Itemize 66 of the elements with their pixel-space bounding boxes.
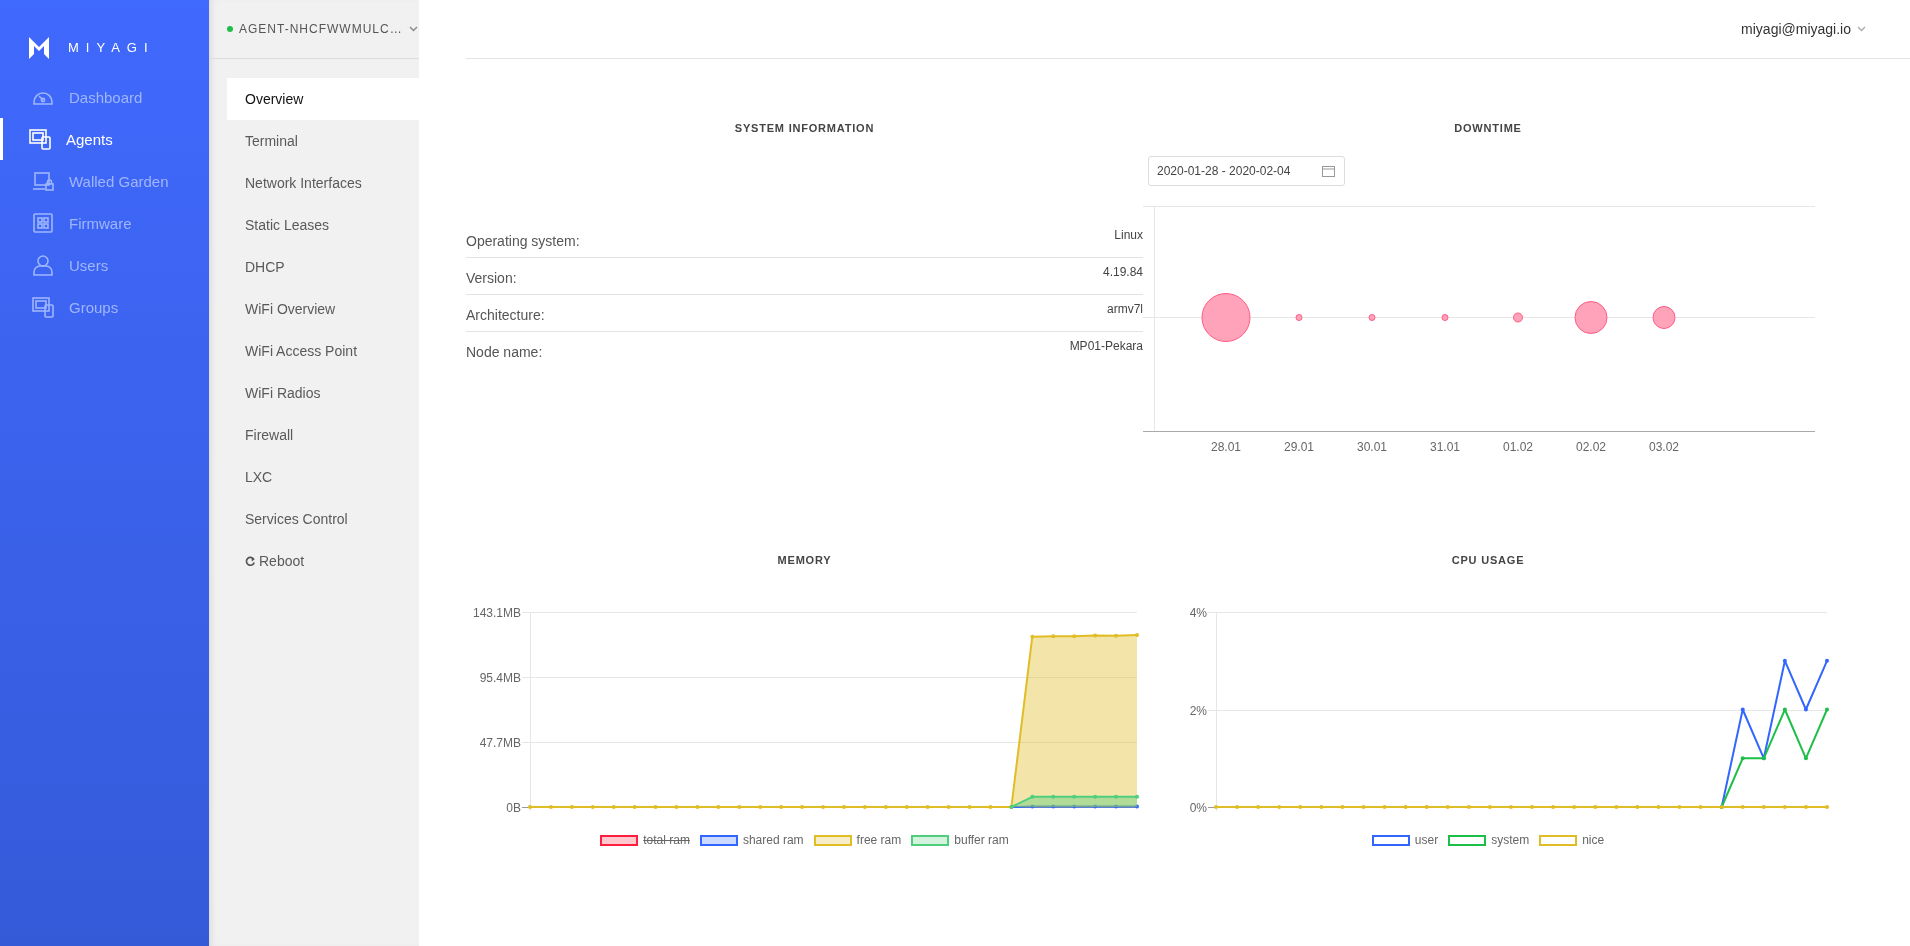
menu-item[interactable]: LXC [227, 456, 419, 498]
legend-swatch[interactable] [911, 834, 950, 846]
date-range-field[interactable]: 2020-01-28 - 2020-02-04 [1148, 156, 1345, 186]
axis-label: 95.4MB [479, 670, 521, 685]
menu-item[interactable]: Firewall [227, 414, 419, 456]
legend-label[interactable]: total ram [643, 833, 690, 847]
axis-label: 143.1MB [472, 605, 521, 620]
info-value: MP01-Pekara [1069, 338, 1143, 355]
axis-label: 29.01 [1284, 440, 1314, 454]
info-value: 4.19.84 [1102, 264, 1143, 281]
axis-label: 02.02 [1576, 440, 1606, 454]
legend-swatch[interactable] [699, 834, 738, 846]
logo-text: MIYAGI [68, 39, 155, 55]
axis-label: 2% [1189, 703, 1207, 718]
axis-label: 28.01 [1211, 440, 1241, 454]
axis-label: 4% [1189, 605, 1207, 620]
axis-label: 47.7MB [479, 735, 521, 750]
legend-swatch[interactable] [600, 834, 639, 846]
menu-item[interactable]: Terminal [227, 120, 419, 162]
laptop-lock-icon [31, 169, 55, 193]
legend-label[interactable]: system [1491, 833, 1530, 847]
menu-item[interactable]: Overview [227, 78, 419, 120]
reload-icon [245, 555, 256, 567]
legend-swatch[interactable] [1371, 834, 1410, 846]
legend-label[interactable]: buffer ram [954, 833, 1009, 847]
menu-item[interactable]: Network Interfaces [227, 162, 419, 204]
section-title: DOWNTIME [1453, 122, 1523, 135]
legend-label[interactable]: user [1414, 833, 1439, 847]
section-title: CPU USAGE [1450, 554, 1526, 567]
menu-item[interactable]: Static Leases [227, 204, 419, 246]
menu-item[interactable]: Services Control [227, 498, 419, 540]
info-label: Architecture: [466, 306, 545, 325]
info-label: Operating system: [466, 232, 580, 251]
logo-icon [28, 35, 50, 59]
legend-swatch[interactable] [1539, 834, 1578, 846]
calendar-icon[interactable] [1322, 165, 1335, 177]
caret-icon[interactable] [408, 26, 418, 32]
legend-swatch[interactable] [813, 834, 852, 846]
agent-selector[interactable]: AGENT-NHCFWWMULC… [239, 22, 403, 36]
legend-label[interactable]: free ram [856, 833, 902, 847]
info-label: Node name: [466, 343, 543, 362]
menu-item[interactable]: WiFi Radios [227, 372, 419, 414]
axis-label: 03.02 [1649, 440, 1679, 454]
chip-icon [31, 211, 55, 235]
section-title: SYSTEM INFORMATION [733, 122, 876, 135]
devices-icon [31, 295, 55, 319]
info-label: Version: [466, 269, 517, 288]
person-icon [31, 253, 55, 277]
menu-item[interactable]: Reboot [227, 540, 419, 582]
menu-item[interactable]: DHCP [227, 246, 419, 288]
axis-label: 31.01 [1430, 440, 1460, 454]
legend-label[interactable]: nice [1582, 833, 1605, 847]
caret-icon [1857, 26, 1866, 32]
info-value: Linux [1114, 227, 1143, 244]
axis-label: 0% [1189, 800, 1207, 815]
section-title: MEMORY [776, 554, 833, 567]
info-value: armv7l [1107, 301, 1143, 318]
axis-label: 0B [506, 800, 521, 815]
axis-label: 30.01 [1357, 440, 1387, 454]
menu-item[interactable]: WiFi Access Point [227, 330, 419, 372]
axis-label: 01.02 [1503, 440, 1533, 454]
menu-item[interactable]: WiFi Overview [227, 288, 419, 330]
legend-label[interactable]: shared ram [742, 833, 804, 847]
legend-swatch[interactable] [1448, 834, 1487, 846]
user-menu[interactable]: miyagi@miyagi.io [1741, 21, 1866, 37]
devices-icon [28, 127, 52, 151]
